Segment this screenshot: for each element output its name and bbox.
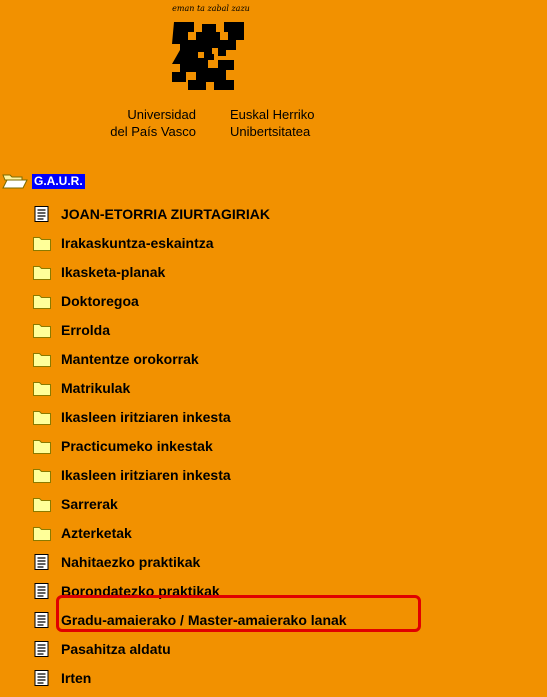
menu-item-label: Irakaskuntza-eskaintza — [61, 234, 214, 251]
menu-item-doktoregoa[interactable]: Doktoregoa — [33, 286, 533, 315]
university-es-line1: Universidad — [127, 107, 196, 122]
menu-item-label: Mantentze orokorrak — [61, 350, 199, 367]
menu-item-joan-etorria-ziurtagiriak[interactable]: JOAN-ETORRIA ZIURTAGIRIAK — [33, 199, 533, 228]
document-icon — [34, 611, 49, 628]
document-icon — [34, 640, 49, 657]
university-eu-line2: Unibertsitatea — [230, 124, 311, 139]
root-label[interactable]: G.A.U.R. — [32, 173, 85, 189]
document-icon — [34, 553, 49, 570]
menu-item-label: Practicumeko inkestak — [61, 437, 213, 454]
menu-item-matrikulak[interactable]: Matrikulak — [33, 373, 533, 402]
menu-item-mantentze-orokorrak[interactable]: Mantentze orokorrak — [33, 344, 533, 373]
menu-item-label: Matrikulak — [61, 379, 131, 396]
folder-icon — [33, 439, 51, 454]
folder-icon — [33, 468, 51, 483]
university-name-eu: Euskal Herriko Unibertsitatea — [230, 106, 350, 140]
university-eu-line1: Euskal Herriko — [230, 107, 315, 122]
menu-item-label: Sarrerak — [61, 495, 118, 512]
folder-icon — [33, 265, 51, 280]
menu-item-ikasleen-iritziaren-inkesta-2[interactable]: Ikasleen iritziaren inkesta — [33, 460, 533, 489]
menu-item-label: Pasahitza aldatu — [61, 640, 171, 657]
menu-item-label: Nahitaezko praktikak — [61, 553, 201, 570]
menu-item-label: Azterketak — [61, 524, 132, 541]
folder-icon — [33, 352, 51, 367]
open-folder-icon — [2, 174, 28, 189]
folder-icon — [33, 323, 51, 338]
menu-item-azterketak[interactable]: Azterketak — [33, 518, 533, 547]
menu-item-practicumeko-inkestak[interactable]: Practicumeko inkestak — [33, 431, 533, 460]
folder-icon — [33, 526, 51, 541]
university-name-es: Universidad del País Vasco — [76, 106, 196, 140]
menu-item-label: Ikasleen iritziaren inkesta — [61, 466, 231, 483]
document-icon — [34, 669, 49, 686]
university-es-line2: del País Vasco — [110, 124, 196, 139]
menu-item-ikasleen-iritziaren-inkesta[interactable]: Ikasleen iritziaren inkesta — [33, 402, 533, 431]
folder-icon — [33, 381, 51, 396]
menu-item-label: Irten — [61, 669, 92, 686]
menu-item-label: JOAN-ETORRIA ZIURTAGIRIAK — [61, 205, 270, 222]
menu-item-irten[interactable]: Irten — [33, 663, 533, 692]
tree-root[interactable]: G.A.U.R. — [2, 171, 85, 191]
document-icon — [34, 205, 49, 222]
document-icon — [34, 582, 49, 599]
menu-item-label: Ikasleen iritziaren inkesta — [61, 408, 231, 425]
menu-item-irakaskuntza-eskaintza[interactable]: Irakaskuntza-eskaintza — [33, 228, 533, 257]
header: eman ta zabal zazu Universidad del País … — [0, 0, 547, 160]
menu-item-errolda[interactable]: Errolda — [33, 315, 533, 344]
folder-icon — [33, 236, 51, 251]
folder-icon — [33, 294, 51, 309]
university-logo-icon — [172, 22, 244, 90]
menu-item-ikasketa-planak[interactable]: Ikasketa-planak — [33, 257, 533, 286]
menu-item-label: Doktoregoa — [61, 292, 139, 309]
menu-item-label: Errolda — [61, 321, 111, 338]
menu-item-sarrerak[interactable]: Sarrerak — [33, 489, 533, 518]
menu-item-label: Ikasketa-planak — [61, 263, 166, 280]
menu-item-pasahitza-aldatu[interactable]: Pasahitza aldatu — [33, 634, 533, 663]
folder-icon — [33, 497, 51, 512]
annotation-highlight-box — [56, 595, 421, 632]
folder-icon — [33, 410, 51, 425]
motto: eman ta zabal zazu — [172, 4, 250, 13]
menu-item-nahitaezko-praktikak[interactable]: Nahitaezko praktikak — [33, 547, 533, 576]
